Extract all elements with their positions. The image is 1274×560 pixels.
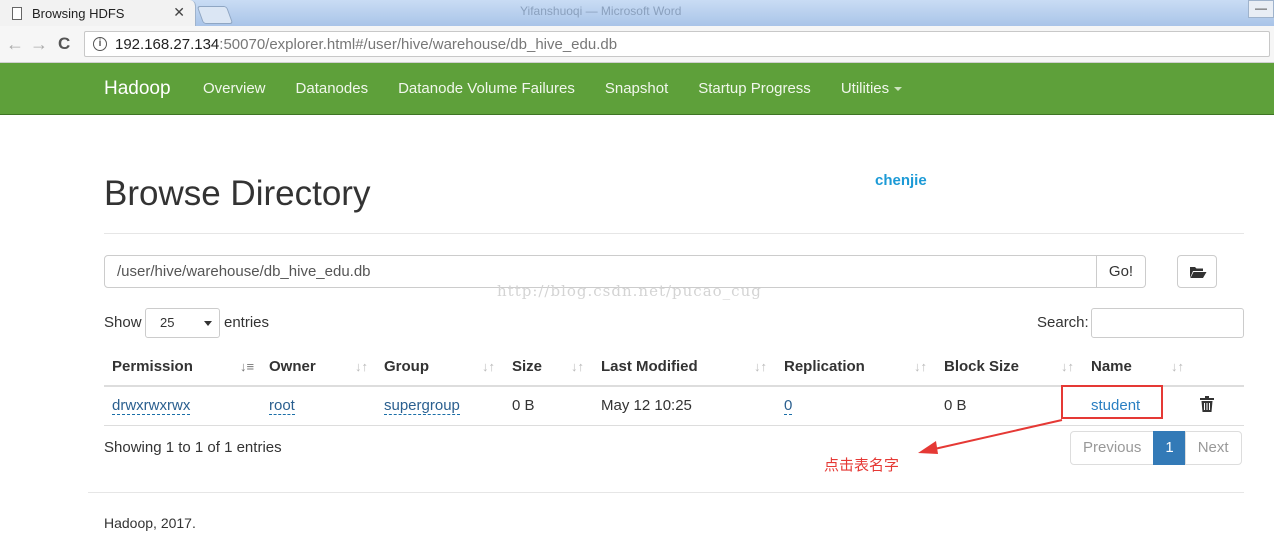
reload-icon[interactable]: C bbox=[58, 34, 70, 54]
go-button[interactable]: Go! bbox=[1096, 255, 1146, 288]
divider bbox=[104, 233, 1244, 234]
page-1-button[interactable]: 1 bbox=[1153, 431, 1186, 465]
table-info: Showing 1 to 1 of 1 entries bbox=[104, 439, 282, 456]
entries-label: entries bbox=[224, 314, 270, 331]
cell-size: 0 B bbox=[512, 397, 535, 414]
nav-datanode-volume-failures[interactable]: Datanode Volume Failures bbox=[398, 80, 575, 97]
header-block-size[interactable]: Block Size bbox=[944, 358, 1019, 375]
footer-divider bbox=[88, 492, 1244, 493]
header-permission[interactable]: Permission bbox=[112, 358, 193, 375]
info-icon[interactable]: i bbox=[93, 37, 107, 51]
annotation-highlight-box bbox=[1061, 385, 1163, 419]
address-bar[interactable]: i 192.168.27.134 :50070/explorer.html#/u… bbox=[84, 31, 1270, 57]
sort-icon[interactable]: ↓↑ bbox=[754, 359, 767, 374]
cell-owner[interactable]: root bbox=[269, 397, 295, 415]
navbar-brand[interactable]: Hadoop bbox=[104, 78, 171, 100]
sort-icon[interactable]: ↓↑ bbox=[1061, 359, 1074, 374]
close-tab-icon[interactable]: ✕ bbox=[173, 4, 185, 21]
cell-group[interactable]: supergroup bbox=[384, 397, 460, 415]
back-icon[interactable]: ← bbox=[6, 34, 24, 55]
annotation-text: 点击表名字 bbox=[824, 457, 900, 474]
header-size[interactable]: Size bbox=[512, 358, 542, 375]
window-title: Yifanshuoqi — Microsoft Word bbox=[520, 4, 682, 18]
header-replication[interactable]: Replication bbox=[784, 358, 865, 375]
trash-icon[interactable] bbox=[1200, 396, 1214, 412]
forward-icon[interactable]: → bbox=[30, 34, 48, 55]
nav-utilities-dropdown[interactable]: Utilities bbox=[840, 80, 903, 97]
nav-datanodes[interactable]: Datanodes bbox=[296, 80, 369, 97]
header-name[interactable]: Name bbox=[1091, 358, 1132, 375]
sort-icon[interactable]: ↓↑ bbox=[482, 359, 495, 374]
url-host: 192.168.27.134 bbox=[115, 35, 220, 53]
browser-tab[interactable]: Browsing HDFS ✕ bbox=[0, 0, 196, 26]
new-tab-button[interactable] bbox=[196, 6, 234, 24]
create-directory-button[interactable] bbox=[1177, 255, 1217, 288]
header-last-modified[interactable]: Last Modified bbox=[601, 358, 698, 375]
browser-titlebar: Browsing HDFS ✕ Yifanshuoqi — Microsoft … bbox=[0, 0, 1274, 26]
header-group[interactable]: Group bbox=[384, 358, 429, 375]
document-icon bbox=[12, 6, 22, 20]
tab-title: Browsing HDFS bbox=[32, 5, 125, 21]
folder-open-icon bbox=[1190, 267, 1207, 278]
show-label: Show bbox=[104, 314, 142, 331]
minimize-button[interactable]: — bbox=[1248, 0, 1274, 18]
footer-text: Hadoop, 2017. bbox=[104, 515, 196, 531]
nav-overview[interactable]: Overview bbox=[203, 80, 266, 97]
entries-per-page-select[interactable]: 25 bbox=[145, 308, 220, 338]
header-owner[interactable]: Owner bbox=[269, 358, 316, 375]
nav-startup-progress[interactable]: Startup Progress bbox=[698, 80, 811, 97]
blog-author-label: chenjie bbox=[875, 172, 927, 189]
sort-icon[interactable]: ↓↑ bbox=[914, 359, 927, 374]
watermark: http://blog.csdn.net/pucao_cug bbox=[497, 282, 762, 300]
url-path: :50070/explorer.html#/user/hive/warehous… bbox=[219, 35, 618, 53]
cell-permission[interactable]: drwxrwxrwx bbox=[112, 397, 191, 415]
select-arrow-icon bbox=[204, 321, 212, 326]
nav-snapshot[interactable]: Snapshot bbox=[605, 80, 668, 97]
sort-icon[interactable]: ↓↑ bbox=[355, 359, 368, 374]
browser-toolbar: ← → C i 192.168.27.134 :50070/explorer.h… bbox=[0, 26, 1274, 63]
sort-icon[interactable]: ↓↑ bbox=[1171, 359, 1184, 374]
sort-icon[interactable]: ↓↑ bbox=[571, 359, 584, 374]
table-row-divider bbox=[104, 425, 1244, 426]
hadoop-navbar: Hadoop Overview Datanodes Datanode Volum… bbox=[0, 63, 1274, 115]
cell-last-modified: May 12 10:25 bbox=[601, 397, 692, 414]
next-button[interactable]: Next bbox=[1184, 431, 1242, 465]
cell-replication[interactable]: 0 bbox=[784, 397, 793, 415]
search-input[interactable] bbox=[1091, 308, 1244, 338]
navbar-links: Overview Datanodes Datanode Volume Failu… bbox=[203, 80, 932, 97]
annotation-arrow-icon bbox=[918, 419, 1063, 454]
nav-utilities-label: Utilities bbox=[840, 80, 890, 97]
entries-select-value: 25 bbox=[160, 315, 175, 330]
page-title: Browse Directory bbox=[104, 174, 371, 213]
previous-button[interactable]: Previous bbox=[1070, 431, 1155, 465]
search-label: Search: bbox=[1037, 314, 1089, 331]
sort-asc-icon[interactable]: ↓≡ bbox=[240, 359, 254, 374]
pagination: Previous 1 Next bbox=[1070, 431, 1242, 465]
caret-down-icon bbox=[894, 87, 903, 92]
